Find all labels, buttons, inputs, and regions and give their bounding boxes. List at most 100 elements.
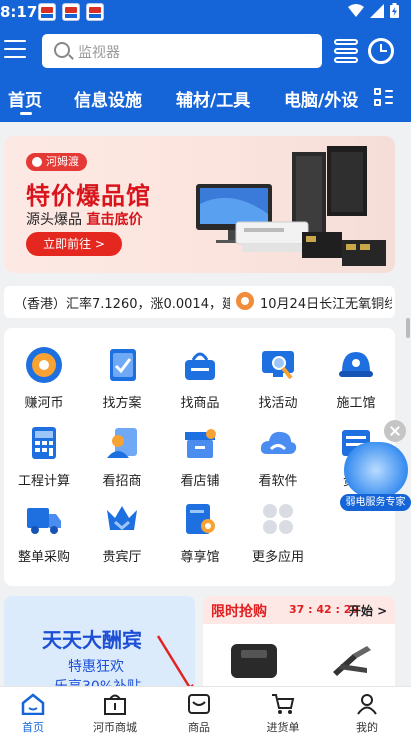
header: 8:17 监视器 首页 信息设施 辅材/工具 电脑/外设 bbox=[0, 0, 411, 122]
banner-go-button[interactable]: 立即前往 > bbox=[26, 232, 122, 256]
nav-home[interactable]: 首页 bbox=[0, 693, 68, 735]
notification-app-icon bbox=[38, 3, 56, 21]
promo-banner[interactable]: 河姆渡 特价爆品馆 源头爆品 直击底价 立即前往 > bbox=[4, 136, 395, 273]
grid-item-more-apps[interactable]: 更多应用 bbox=[238, 500, 318, 565]
top-bar: 监视器 bbox=[0, 30, 411, 74]
grid-label: 看软件 bbox=[258, 474, 298, 489]
status-bar: 8:17 bbox=[0, 0, 411, 24]
battery-icon bbox=[390, 3, 399, 18]
grid-label: 赚河币 bbox=[24, 396, 64, 411]
grid-item-earn-coin[interactable]: 赚河币 bbox=[4, 346, 84, 411]
status-icons bbox=[348, 3, 399, 18]
scan-icon[interactable] bbox=[334, 39, 358, 63]
notification-app-icon bbox=[62, 3, 80, 21]
copper-price-icon bbox=[236, 292, 254, 310]
notification-app-icon bbox=[86, 3, 104, 21]
nav-purchase-list[interactable]: 进货单 bbox=[248, 693, 318, 735]
nav-label: 首页 bbox=[22, 721, 44, 734]
banner-subtitle-b: 直击底价 bbox=[86, 212, 143, 228]
grid-item-find-solution[interactable]: 找方案 bbox=[82, 346, 162, 411]
category-grid-icon[interactable] bbox=[374, 88, 394, 108]
signal-icon bbox=[370, 3, 384, 18]
ticker-item[interactable]: （香港）汇率7.1260，涨0.0014，建... bbox=[14, 293, 230, 312]
home-icon bbox=[21, 693, 45, 716]
label-printer-image[interactable] bbox=[231, 644, 277, 678]
grid-label: 找活动 bbox=[258, 396, 298, 411]
flash-sale-header: 限时抢购 37 : 42 : 29 开始 > bbox=[203, 596, 395, 624]
grid-item-stores[interactable]: 看店铺 bbox=[160, 424, 240, 489]
banner-subtitle-a: 源头爆品 bbox=[26, 212, 87, 228]
search-box[interactable]: 监视器 bbox=[42, 34, 322, 68]
calculator-icon bbox=[25, 424, 63, 462]
brand-badge: 河姆渡 bbox=[26, 153, 87, 171]
bottom-nav: 首页 河币商城 商品 进货单 我的 bbox=[0, 686, 411, 738]
store-icon bbox=[181, 424, 219, 462]
alarm-clock-icon[interactable] bbox=[368, 38, 394, 64]
floating-ad[interactable]: 弱电服务专家 bbox=[340, 420, 411, 516]
grid-item-software[interactable]: 看软件 bbox=[238, 424, 318, 489]
medal-doc-icon bbox=[181, 500, 219, 538]
promo-card-flash-sale[interactable]: 限时抢购 37 : 42 : 29 开始 > bbox=[203, 596, 395, 696]
grid-item-investment[interactable]: 看招商 bbox=[82, 424, 162, 489]
grid-item-engineering-calc[interactable]: 工程计算 bbox=[4, 424, 84, 489]
tab-materials-tools[interactable]: 辅材/工具 bbox=[176, 86, 250, 111]
monitor-search-icon bbox=[259, 346, 297, 384]
cloud-icon bbox=[259, 424, 297, 462]
network-equipment-image bbox=[196, 146, 386, 266]
grid-label: 找商品 bbox=[180, 396, 220, 411]
grid-label: 整单采购 bbox=[17, 550, 70, 565]
nav-label: 河币商城 bbox=[93, 721, 137, 734]
grid-item-find-product[interactable]: 找商品 bbox=[160, 346, 240, 411]
flash-sale-start-link[interactable]: 开始 > bbox=[349, 602, 387, 619]
flash-sale-title: 限时抢购 bbox=[211, 604, 267, 620]
grid-label: 贵宾厅 bbox=[102, 550, 142, 565]
search-icon bbox=[54, 42, 70, 58]
promo-card-daily-deal[interactable]: 天天大酬宾 特惠狂欢 乐享30%补贴 bbox=[4, 596, 195, 696]
grid-item-premium[interactable]: 尊享馆 bbox=[160, 500, 240, 565]
truck-icon bbox=[25, 500, 63, 538]
nav-label: 我的 bbox=[356, 721, 378, 734]
nav-products[interactable]: 商品 bbox=[164, 693, 234, 735]
scrollbar[interactable] bbox=[406, 318, 410, 338]
basket-icon bbox=[181, 346, 219, 384]
service-expert-image bbox=[344, 442, 408, 498]
search-input[interactable]: 监视器 bbox=[78, 42, 120, 62]
close-icon[interactable] bbox=[384, 420, 406, 442]
shop-icon bbox=[103, 693, 127, 715]
coin-icon bbox=[25, 346, 63, 384]
grid-label: 施工馆 bbox=[336, 396, 376, 411]
grid-label: 尊享馆 bbox=[180, 550, 220, 565]
menu-icon[interactable] bbox=[4, 40, 26, 60]
grid-label: 更多应用 bbox=[251, 550, 304, 565]
grid-item-vip-hall[interactable]: 贵宾厅 bbox=[82, 500, 162, 565]
wifi-icon bbox=[348, 3, 364, 17]
float-ad-label: 弱电服务专家 bbox=[340, 494, 411, 511]
grid-label: 工程计算 bbox=[17, 474, 70, 489]
person-card-icon bbox=[103, 424, 141, 462]
grid-item-bulk-purchase[interactable]: 整单采购 bbox=[4, 500, 84, 565]
user-icon bbox=[355, 693, 379, 715]
grid-label: 看招商 bbox=[102, 474, 142, 489]
nav-mine[interactable]: 我的 bbox=[332, 693, 402, 735]
grid-label: 看店铺 bbox=[180, 474, 220, 489]
function-grid: 赚河币 找方案 找商品 找活动 施工馆 工程计算 看招商 看店铺 看软件 整单采… bbox=[4, 328, 395, 586]
ticker-item[interactable]: 10月24日长江无氧铜线 bbox=[260, 293, 392, 312]
status-time: 8:17 bbox=[0, 3, 38, 21]
apps-icon bbox=[259, 500, 297, 538]
grid-item-find-event[interactable]: 找活动 bbox=[238, 346, 318, 411]
nav-label: 商品 bbox=[188, 721, 210, 734]
crown-icon bbox=[103, 500, 141, 538]
promo-title: 天天大酬宾 bbox=[42, 628, 142, 652]
tab-computer-peripherals[interactable]: 电脑/外设 bbox=[284, 86, 358, 111]
nav-label: 进货单 bbox=[266, 721, 300, 734]
promo-subtitle: 特惠狂欢 bbox=[68, 659, 124, 675]
hard-hat-icon bbox=[337, 346, 375, 384]
banner-title: 特价爆品馆 bbox=[26, 182, 151, 210]
nav-coin-mall[interactable]: 河币商城 bbox=[80, 693, 150, 735]
news-ticker[interactable]: （香港）汇率7.1260，涨0.0014，建... 10月24日长江无氧铜线 bbox=[4, 286, 395, 318]
grid-item-construction[interactable]: 施工馆 bbox=[316, 346, 396, 411]
inbox-icon bbox=[187, 693, 211, 715]
crimping-tool-image[interactable] bbox=[327, 642, 375, 678]
tab-home[interactable]: 首页 bbox=[8, 86, 42, 115]
tab-info-facilities[interactable]: 信息设施 bbox=[74, 86, 142, 111]
